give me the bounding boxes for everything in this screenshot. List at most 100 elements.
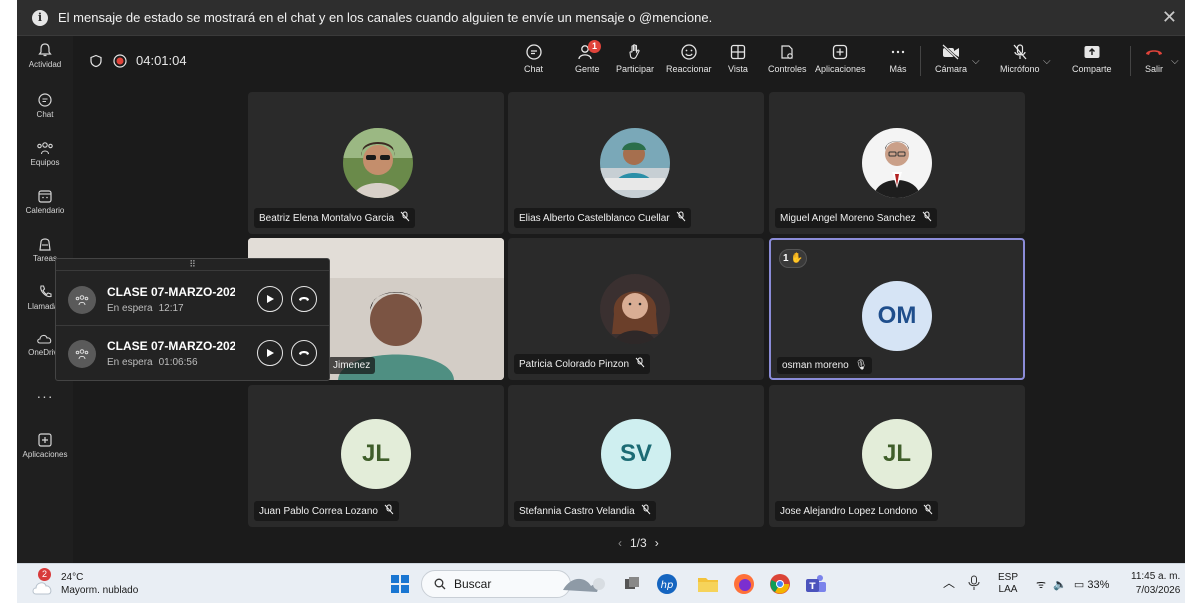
mic-off-icon [641,504,651,518]
camera-options-chevron-icon[interactable]: ⌵ [972,56,980,67]
chrome-icon[interactable] [769,573,791,600]
hold-status-text: En espera [107,303,153,314]
people-button[interactable]: Gente 1 [575,40,601,74]
input-language[interactable]: ESP LAA [998,572,1018,596]
drag-handle-icon[interactable]: ⠿ [56,259,329,271]
weather-badge: 2 [38,568,51,581]
resume-call-button[interactable] [257,340,283,366]
mic-off-icon [635,357,645,371]
participant-name: Jose Alejandro Lopez Londono [780,505,918,517]
mic-off-icon [922,211,932,225]
svg-text:hp: hp [661,580,674,591]
camera-label: Cámara [935,64,968,74]
view-button[interactable]: Vista [728,43,748,74]
participant-avatar: OM [862,281,932,351]
hold-call-row[interactable]: CLASE 07-MARZO-2026 En espera 01:06:56 [56,326,329,380]
participant-tile[interactable]: Miguel Angel Moreno Sanchez [769,92,1025,234]
apps-label: Aplicaciones [815,64,866,74]
participant-tile[interactable]: Beatriz Elena Montalvo Garcia [248,92,504,234]
tray-overflow-chevron-icon[interactable]: ︿ [943,574,955,591]
hold-call-title: CLASE 07-MARZO-2026 [107,339,235,353]
participant-name: Beatriz Elena Montalvo Garcia [259,212,395,224]
chat-button[interactable]: Chat [524,43,543,74]
rail-label: Chat [36,110,54,119]
hold-call-row[interactable]: CLASE 07-MARZO-2026 En espera 12:17 [56,272,329,326]
windows-start-icon[interactable] [390,574,410,599]
raise-hand-button[interactable]: Participar [616,43,654,74]
hold-duration: 01:06:56 [158,357,198,368]
hold-call-status: En espera 12:17 [107,303,184,314]
participant-tile[interactable]: JL Jose Alejandro Lopez Londono [769,385,1025,527]
end-call-button[interactable] [291,340,317,366]
firefox-icon[interactable] [733,573,755,600]
rail-item-chat[interactable]: Chat [17,92,73,119]
microphone-button[interactable]: Micrófono [1000,43,1040,74]
resume-call-button[interactable] [257,286,283,312]
leave-label: Salir [1144,64,1163,74]
grid-view-icon [730,44,746,60]
participant-name-tag: Beatriz Elena Montalvo Garcia [254,208,416,228]
file-explorer-icon[interactable] [697,574,719,599]
hang-up-icon [1146,50,1162,55]
participant-tile-active[interactable]: 1 ✋ OM osman moreno 🎙 [769,238,1025,380]
apps-button[interactable]: Aplicaciones [815,43,866,74]
more-button[interactable]: Más [889,43,907,74]
teams-app-icon[interactable]: T [804,572,828,601]
teams-icon [37,142,53,155]
search-placeholder: Buscar [454,577,492,591]
meeting-toolbar: 04:01:04 Chat Gente 1 Participar Reaccio… [73,36,1185,88]
calls-on-hold-panel[interactable]: ⠿ CLASE 07-MARZO-2026 En espera 12:17 CLA… [55,258,330,381]
windows-taskbar: 2 24°C Mayorm. nublado Buscar hp T ︿ ESP… [17,563,1185,603]
view-label: Vista [728,64,748,74]
rail-item-equipos[interactable]: Equipos [17,140,73,167]
rail-item-aplicaciones[interactable]: Aplicaciones [17,432,73,459]
participant-name: Patricia Colorado Pinzon [519,358,630,370]
participant-tile[interactable]: Elias Alberto Castelblanco Cuellar [508,92,764,234]
close-icon[interactable]: ✕ [1162,8,1177,26]
participant-tile[interactable]: SV Stefannia Castro Velandia [508,385,764,527]
previous-page-icon[interactable]: ‹ [618,536,622,550]
participant-tile[interactable]: JL Juan Pablo Correa Lozano [248,385,504,527]
svg-text:T: T [809,582,816,592]
rail-item-actividad[interactable]: Actividad [17,42,73,69]
participant-tile[interactable]: Patricia Colorado Pinzon [508,238,764,380]
participant-name: Elias Alberto Castelblanco Cuellar [519,212,670,224]
rail-label: Calendario [25,206,65,215]
taskbar-search[interactable]: Buscar [421,570,571,598]
more-apps-button[interactable]: ··· [17,388,73,404]
hp-app-icon[interactable]: hp [656,573,678,600]
teams-window: i El mensaje de estado se mostrará en el… [17,0,1185,603]
weather-condition: Mayorm. nublado [61,585,139,596]
mic-label: Micrófono [1000,64,1040,74]
rail-item-calendario[interactable]: Calendario [17,188,73,215]
raise-label: Participar [616,64,655,74]
tasks-icon [39,238,51,251]
controls-button[interactable]: Controles [768,43,807,74]
cloud-icon [37,334,52,344]
leave-button[interactable]: Salir [1143,43,1165,74]
share-button[interactable]: Comparte [1072,43,1112,74]
react-button[interactable]: Reaccionar [666,43,712,74]
participant-avatar: JL [341,419,411,489]
tray-mic-icon[interactable] [968,575,980,594]
teams-meeting-icon [68,286,96,314]
controls-label: Controles [768,64,807,74]
share-label: Comparte [1072,64,1112,74]
people-label: Gente [575,64,600,74]
clock[interactable]: 11:45 a. m. 7/03/2026 [1131,570,1180,598]
lang-primary: ESP [998,572,1019,583]
play-icon [267,295,274,303]
participant-name-tag: Elias Alberto Castelblanco Cuellar [514,208,691,228]
more-label: Más [889,64,907,74]
leave-options-chevron-icon[interactable]: ⌵ [1171,56,1179,67]
camera-button[interactable]: Cámara [935,43,967,74]
gallery-pager: ‹ 1/3 › [610,536,667,550]
participant-name-tag: Stefannia Castro Velandia [514,501,656,521]
participant-name: Juan Pablo Correa Lozano [259,505,378,517]
task-view-icon[interactable] [623,575,641,598]
next-page-icon[interactable]: › [655,536,659,550]
mic-options-chevron-icon[interactable]: ⌵ [1043,56,1051,67]
participant-name-tag: Miguel Angel Moreno Sanchez [775,208,937,228]
end-call-button[interactable] [291,286,317,312]
system-status-cluster[interactable]: ᯤ 🔈 ▭ 33% [1036,577,1109,592]
